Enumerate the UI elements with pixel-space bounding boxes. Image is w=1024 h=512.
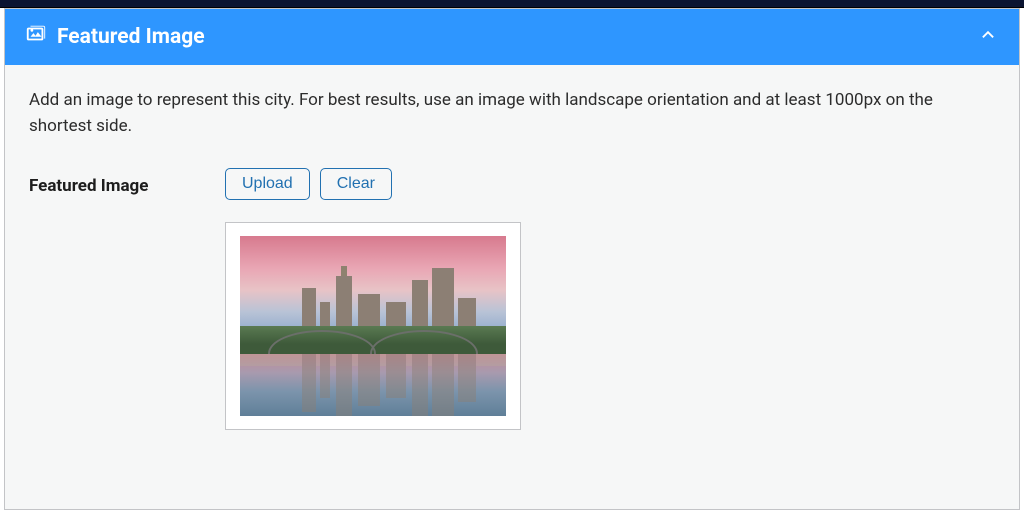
chevron-up-icon[interactable] bbox=[977, 23, 999, 51]
window-top-strip bbox=[0, 0, 1024, 8]
upload-button[interactable]: Upload bbox=[225, 168, 310, 200]
clear-button[interactable]: Clear bbox=[320, 168, 392, 200]
image-preview-frame[interactable] bbox=[225, 222, 521, 430]
field-label: Featured Image bbox=[29, 168, 169, 196]
featured-image-field: Featured Image Upload Clear bbox=[29, 168, 995, 430]
image-icon bbox=[25, 23, 47, 51]
panel-header[interactable]: Featured Image bbox=[5, 9, 1019, 65]
panel-body: Add an image to represent this city. For… bbox=[5, 65, 1019, 452]
panel-description: Add an image to represent this city. For… bbox=[29, 87, 989, 140]
image-preview bbox=[240, 236, 506, 416]
featured-image-panel: Featured Image Add an image to represent… bbox=[4, 8, 1020, 510]
panel-title: Featured Image bbox=[57, 25, 205, 49]
